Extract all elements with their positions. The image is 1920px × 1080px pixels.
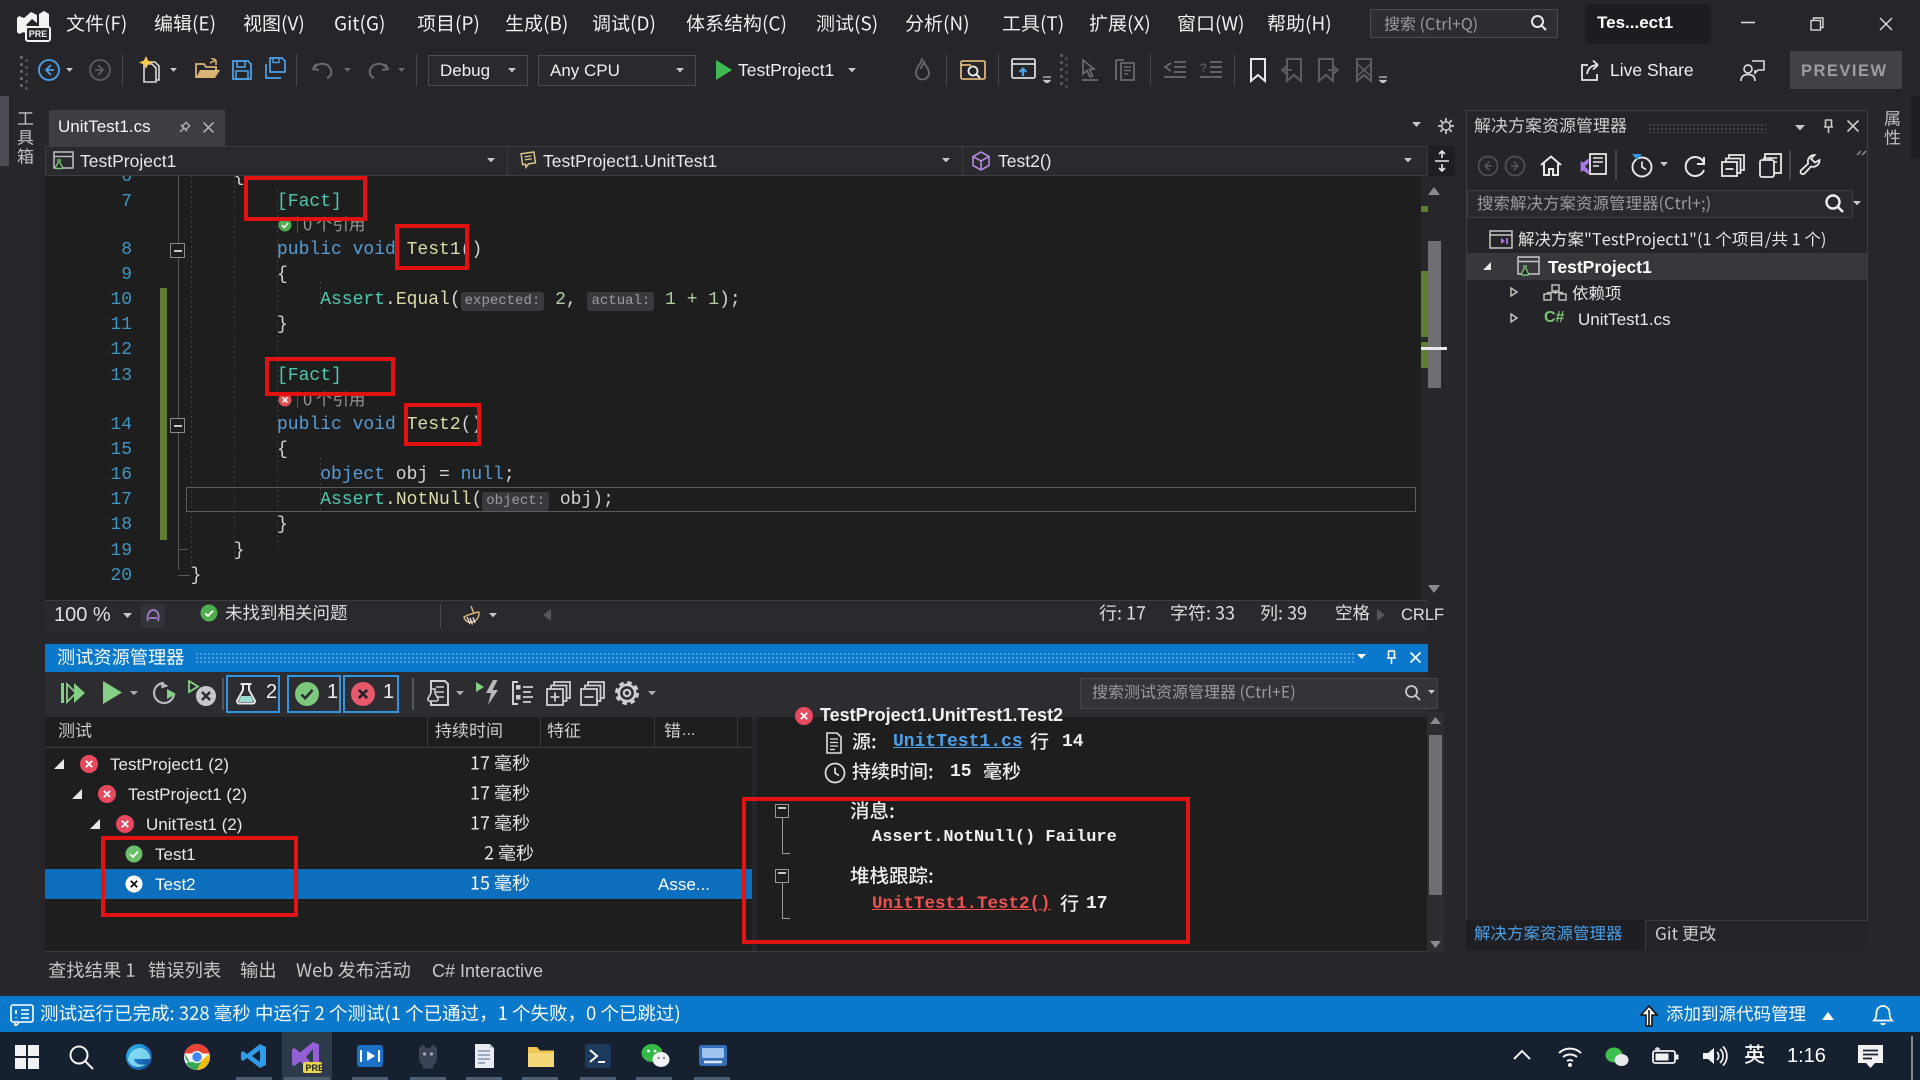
svg-text:?: ? xyxy=(1200,61,1207,75)
svg-text:PRE: PRE xyxy=(306,1063,325,1073)
